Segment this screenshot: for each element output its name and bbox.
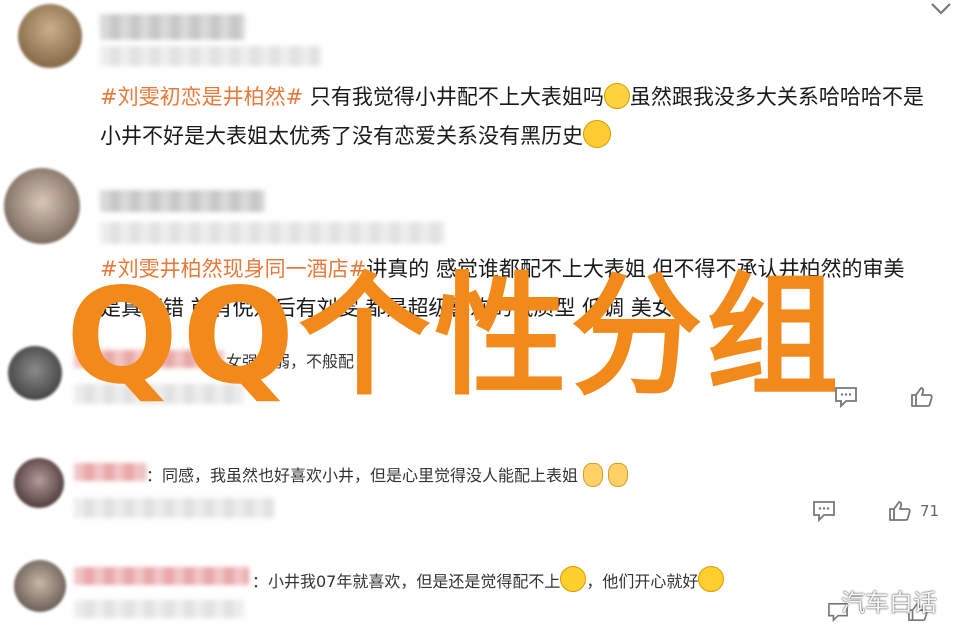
- avatar[interactable]: [14, 560, 66, 612]
- reply-text: ：同感，我虽然也好喜欢小井，但是心里觉得没人能配上表姐: [146, 462, 629, 487]
- avatar[interactable]: [18, 4, 82, 68]
- username[interactable]: [100, 14, 245, 40]
- avatar[interactable]: [4, 168, 80, 244]
- post-text: 小井不好是大表姐太优秀了没有恋爱关系没有黑历史: [100, 117, 611, 155]
- hashtag-link[interactable]: #刘雯初恋是井柏然#: [100, 85, 303, 109]
- overlay-title: QQ个性分组: [66, 260, 843, 414]
- reply-meta: [74, 498, 274, 518]
- reply-text-content: ，他们开心就好: [586, 572, 699, 591]
- like-icon[interactable]: [888, 500, 912, 522]
- post-meta: [100, 222, 445, 244]
- post-text-line: 只有我觉得小井配不上大表姐吗: [309, 85, 604, 109]
- comment-icon[interactable]: [812, 500, 836, 522]
- reply-text-content: ：小井我07年就喜欢，但是还是觉得配不上: [252, 572, 561, 591]
- reply-meta: [74, 600, 244, 618]
- like-icon[interactable]: [910, 386, 934, 408]
- reply-username[interactable]: [74, 567, 249, 585]
- post-text-line: 小井不好是大表姐太优秀了没有恋爱关系没有黑历史: [100, 124, 583, 148]
- laughing-emoji: [698, 566, 725, 592]
- like-count: 71: [920, 502, 940, 520]
- username[interactable]: [100, 190, 265, 212]
- thinking-emoji: [583, 120, 611, 148]
- avatar[interactable]: [8, 346, 62, 400]
- post-meta: [100, 46, 320, 66]
- reply-text: ：小井我07年就喜欢，但是还是觉得配不上 ，他们开心就好: [252, 566, 725, 592]
- avatar[interactable]: [14, 458, 64, 508]
- post-text: #刘雯初恋是井柏然# 只有我觉得小井配不上大表姐吗 虽然跟我没多大关系哈哈哈不是: [100, 78, 924, 116]
- smile-emoji: [603, 83, 630, 109]
- small-figure-emoji: [583, 463, 604, 487]
- laughing-emoji: [560, 566, 587, 592]
- chevron-down-icon[interactable]: [930, 2, 952, 16]
- post-text-line: 虽然跟我没多大关系哈哈哈不是: [629, 85, 924, 109]
- reply-text-content: ：同感，我虽然也好喜欢小井，但是心里觉得没人能配上表姐: [146, 466, 579, 485]
- small-figure-emoji: [608, 463, 629, 487]
- watermark: 汽车白话: [841, 589, 937, 617]
- reply-username[interactable]: [74, 463, 146, 481]
